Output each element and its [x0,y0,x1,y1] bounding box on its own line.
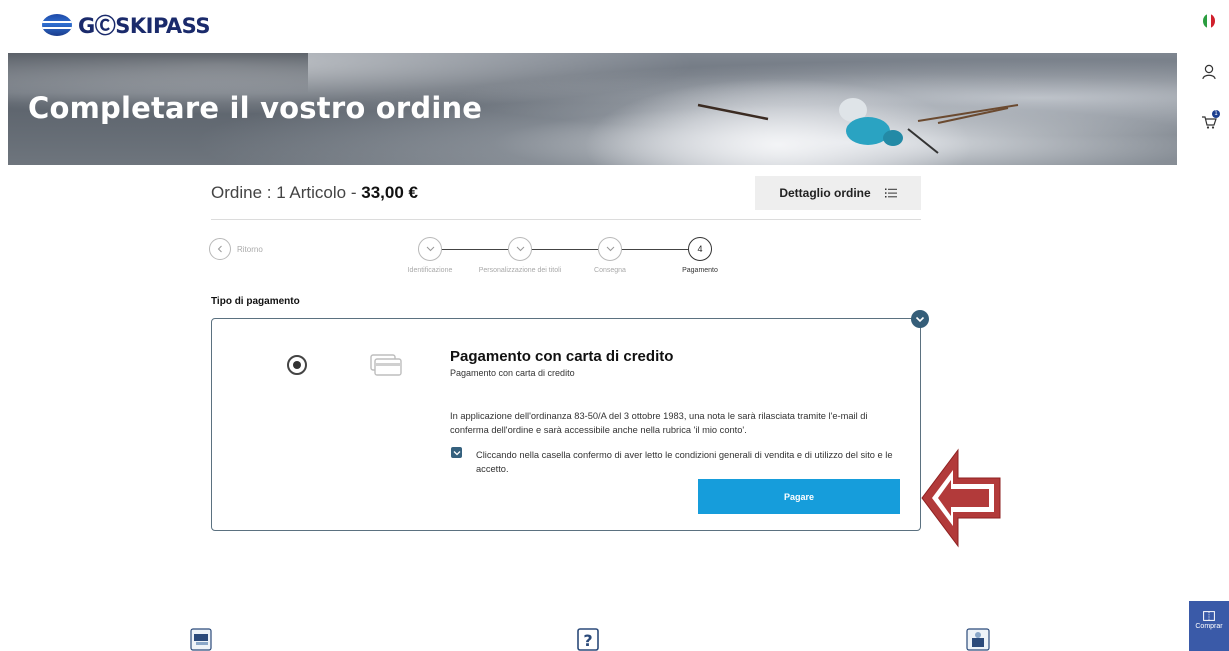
red-arrow-annotation-icon [921,448,1001,548]
globe-logo-icon [42,14,72,36]
page-title: Completare il vostro ordine [28,91,483,125]
step-connector [621,249,688,250]
order-detail-label: Dettaglio ordine [779,186,871,200]
back-button[interactable]: Ritorno [209,238,263,260]
step-connector [441,249,508,250]
step-connector [531,249,598,250]
cart-icon[interactable]: 1 [1201,110,1220,133]
invoice-note: In applicazione dell'ordinanza 83-50/A d… [450,411,868,435]
radio-dot [293,361,301,369]
italian-flag-icon[interactable] [1203,14,1215,28]
logo-text: GⒸSKIPASS [78,14,210,38]
order-summary-prefix: Ordine : 1 Articolo - [211,183,362,202]
buy-tab-label: Comprar [1195,623,1223,630]
credit-card-icon [370,354,402,380]
step-label-current: Pagamento [682,267,718,274]
step-number: 4 [697,244,703,254]
cart-count-badge: 1 [1212,110,1220,118]
payment-method-subtitle: Pagamento con carta di credito [450,368,575,378]
divider [211,219,921,220]
order-summary: Ordine : 1 Articolo - 33,00 € [211,183,418,203]
buy-tab[interactable]: Comprar [1189,601,1229,651]
card-hand-icon[interactable] [190,628,212,651]
right-rail: 1 Comprar [1189,0,1229,651]
question-icon[interactable]: ? [577,628,599,651]
chevron-left-icon [209,238,231,260]
building-icon[interactable] [965,628,991,651]
selected-check-icon [911,310,929,328]
ticket-icon [1203,611,1215,621]
hero-banner: Completare il vostro ordine [8,53,1177,165]
svg-text:?: ? [583,631,592,650]
payment-method-radio[interactable] [287,355,307,375]
payment-type-heading: Tipo di pagamento [211,296,300,307]
step-consegna-done-icon[interactable] [598,237,622,261]
order-detail-button[interactable]: Dettaglio ordine [755,176,921,210]
step-personalizzazione-done-icon[interactable] [508,237,532,261]
step-pagamento-current: 4 [688,237,712,261]
pay-button[interactable]: Pagare [698,479,900,514]
payment-method-title: Pagamento con carta di credito [450,348,674,365]
step-identificazione-done-icon[interactable] [418,237,442,261]
checkbox-check-icon [453,450,460,455]
terms-label: Cliccando nella casella confermo di aver… [476,450,893,474]
page: GⒸSKIPASS 1 Comprar Completare il vostro… [0,0,1229,651]
order-total: 33,00 € [361,183,418,202]
user-account-icon[interactable] [1202,64,1216,84]
list-icon [884,188,897,198]
gosk-logo[interactable]: GⒸSKIPASS [42,10,210,40]
terms-checkbox[interactable] [451,447,462,458]
back-label: Ritorno [237,244,263,254]
